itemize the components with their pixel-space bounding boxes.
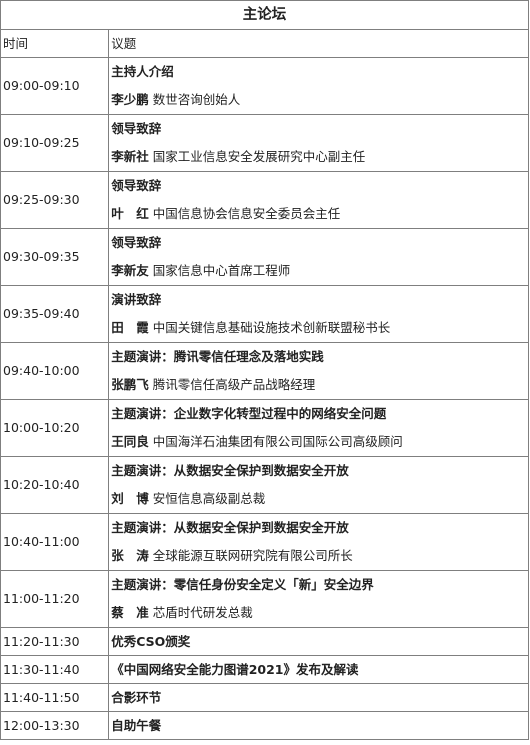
session-topic: 合影环节	[108, 683, 529, 712]
speaker-line: 田 霞 中国关键信息基础设施技术创新联盟秘书长	[111, 314, 527, 342]
time-header: 时间	[0, 29, 110, 58]
session-time: 09:25-09:30	[0, 171, 110, 229]
session-row: 10:00-10:20 主题演讲：企业数字化转型过程中的网络安全问题 王同良 中国海…	[0, 399, 529, 457]
speaker-role: 中国信息协会信息安全委员会主任	[152, 206, 341, 221]
speaker-name: 田 霞	[111, 320, 149, 335]
speaker-line: 李新友 国家信息中心首席工程师	[111, 257, 527, 285]
speaker-line: 蔡 准 芯盾时代研发总裁	[111, 599, 527, 627]
session-row: 09:40-10:00 主题演讲：腾讯零信任理念及落地实践 张鹏飞 腾讯零信任高级产…	[0, 342, 529, 400]
speaker-line: 张鹏飞 腾讯零信任高级产品战略经理	[111, 371, 527, 399]
session-time: 09:35-09:40	[0, 285, 110, 343]
speaker-name: 叶 红	[111, 206, 149, 221]
session-topic: 主题演讲：零信任身份安全定义「新」安全边界	[111, 577, 374, 592]
session-time: 11:30-11:40	[0, 655, 110, 684]
session-details: 主题演讲：从数据安全保护到数据安全开放张 涛 全球能源互联网研究院有限公司所长	[108, 513, 529, 571]
session-topic: 主题演讲：腾讯零信任理念及落地实践	[111, 349, 324, 364]
speaker-role: 中国海洋石油集团有限公司国际公司高级顾问	[152, 434, 403, 449]
single-session-row: 11:20-11:30 优秀CSO颁奖	[0, 627, 529, 656]
single-session-row: 11:30-11:40 《中国网络安全能力图谱2021》发布及解读	[0, 655, 529, 684]
speaker-name: 蔡 准	[111, 605, 149, 620]
session-details: 主题演讲：零信任身份安全定义「新」安全边界蔡 准 芯盾时代研发总裁	[108, 570, 529, 628]
agenda-sheet: 主论坛 时间 议题 09:00-09:10 主持人介绍 李少鹏 数世咨询创始人 09:…	[0, 0, 529, 744]
speaker-role: 国家工业信息安全发展研究中心副主任	[152, 149, 366, 164]
session-time: 11:40-11:50	[0, 683, 110, 712]
speaker-line: 王同良 中国海洋石油集团有限公司国际公司高级顾问	[111, 428, 527, 456]
speaker-name: 李新友	[111, 263, 149, 278]
speaker-role: 芯盾时代研发总裁	[152, 605, 253, 620]
session-time: 09:10-09:25	[0, 114, 110, 172]
speaker-name: 刘 博	[111, 491, 149, 506]
session-details: 主持人介绍李少鹏 数世咨询创始人	[108, 57, 529, 115]
speaker-name: 张 涛	[111, 548, 149, 563]
session-time: 09:40-10:00	[0, 342, 110, 400]
session-topic: 优秀CSO颁奖	[108, 627, 529, 656]
single-session-row: 12:00-13:30 自助午餐	[0, 711, 529, 740]
speaker-role: 安恒信息高级副总裁	[152, 491, 266, 506]
speaker-name: 李少鹏	[111, 92, 149, 107]
speaker-line: 刘 博 安恒信息高级副总裁	[111, 485, 527, 513]
session-row: 09:30-09:35 领导致辞李新友 国家信息中心首席工程师	[0, 228, 529, 286]
session-details: 主题演讲：企业数字化转型过程中的网络安全问题 王同良 中国海洋石油集团有限公司国际…	[108, 399, 529, 457]
speaker-role: 国家信息中心首席工程师	[152, 263, 291, 278]
session-time: 12:00-13:30	[0, 711, 110, 740]
session-topic: 领导致辞	[111, 121, 162, 136]
session-topic: 《中国网络安全能力图谱2021》发布及解读	[108, 655, 529, 684]
agenda-table: 主论坛 时间 议题 09:00-09:10 主持人介绍 李少鹏 数世咨询创始人 09:…	[0, 0, 529, 740]
session-topic: 主题演讲：从数据安全保护到数据安全开放	[111, 520, 349, 535]
session-details: 主题演讲：腾讯零信任理念及落地实践 张鹏飞 腾讯零信任高级产品战略经理	[108, 342, 529, 400]
topic-header: 议题	[108, 29, 529, 58]
speaker-line: 李新社 国家工业信息安全发展研究中心副主任	[111, 143, 527, 171]
speaker-line: 张 涛 全球能源互联网研究院有限公司所长	[111, 542, 527, 570]
speaker-role: 全球能源互联网研究院有限公司所长	[152, 548, 353, 563]
speaker-line: 叶 红 中国信息协会信息安全委员会主任	[111, 200, 527, 228]
session-topic: 自助午餐	[108, 711, 529, 740]
session-time: 10:40-11:00	[0, 513, 110, 571]
session-time: 09:00-09:10	[0, 57, 110, 115]
session-time: 11:20-11:30	[0, 627, 110, 656]
speaker-role: 腾讯零信任高级产品战略经理	[152, 377, 316, 392]
speaker-name: 王同良	[111, 434, 149, 449]
session-time: 10:00-10:20	[0, 399, 110, 457]
title-row: 主论坛	[0, 0, 529, 30]
session-time: 09:30-09:35	[0, 228, 110, 286]
session-time: 10:20-10:40	[0, 456, 110, 514]
header-row: 时间 议题	[0, 29, 529, 58]
speaker-line: 李少鹏 数世咨询创始人	[111, 86, 527, 114]
session-details: 领导致辞叶 红 中国信息协会信息安全委员会主任	[108, 171, 529, 229]
session-row: 10:20-10:40 主题演讲：从数据安全保护到数据安全开放刘 博 安恒信息高级…	[0, 456, 529, 514]
single-session-row: 11:40-11:50 合影环节	[0, 683, 529, 712]
session-topic: 演讲致辞	[111, 292, 162, 307]
table-title: 主论坛	[0, 0, 529, 30]
session-row: 09:35-09:40 演讲致辞田 霞 中国关键信息基础设施技术创新联盟秘书长	[0, 285, 529, 343]
session-time: 11:00-11:20	[0, 570, 110, 628]
session-row: 09:25-09:30 领导致辞叶 红 中国信息协会信息安全委员会主任	[0, 171, 529, 229]
session-row: 11:00-11:20 主题演讲：零信任身份安全定义「新」安全边界蔡 准 芯盾时代…	[0, 570, 529, 628]
session-details: 演讲致辞田 霞 中国关键信息基础设施技术创新联盟秘书长	[108, 285, 529, 343]
session-row: 09:00-09:10 主持人介绍李少鹏 数世咨询创始人	[0, 57, 529, 115]
speaker-name: 张鹏飞	[111, 377, 149, 392]
session-details: 领导致辞李新社 国家工业信息安全发展研究中心副主任	[108, 114, 529, 172]
session-row: 09:10-09:25 领导致辞李新社 国家工业信息安全发展研究中心副主任	[0, 114, 529, 172]
session-details: 领导致辞李新友 国家信息中心首席工程师	[108, 228, 529, 286]
session-row: 10:40-11:00 主题演讲：从数据安全保护到数据安全开放张 涛 全球能源互联…	[0, 513, 529, 571]
speaker-role: 中国关键信息基础设施技术创新联盟秘书长	[152, 320, 391, 335]
speaker-name: 李新社	[111, 149, 149, 164]
session-topic: 主持人介绍	[111, 64, 174, 79]
session-topic: 领导致辞	[111, 235, 162, 250]
session-topic: 领导致辞	[111, 178, 162, 193]
session-topic: 主题演讲：从数据安全保护到数据安全开放	[111, 463, 349, 478]
session-details: 主题演讲：从数据安全保护到数据安全开放刘 博 安恒信息高级副总裁	[108, 456, 529, 514]
speaker-role: 数世咨询创始人	[152, 92, 241, 107]
session-topic: 主题演讲：企业数字化转型过程中的网络安全问题	[111, 406, 387, 421]
